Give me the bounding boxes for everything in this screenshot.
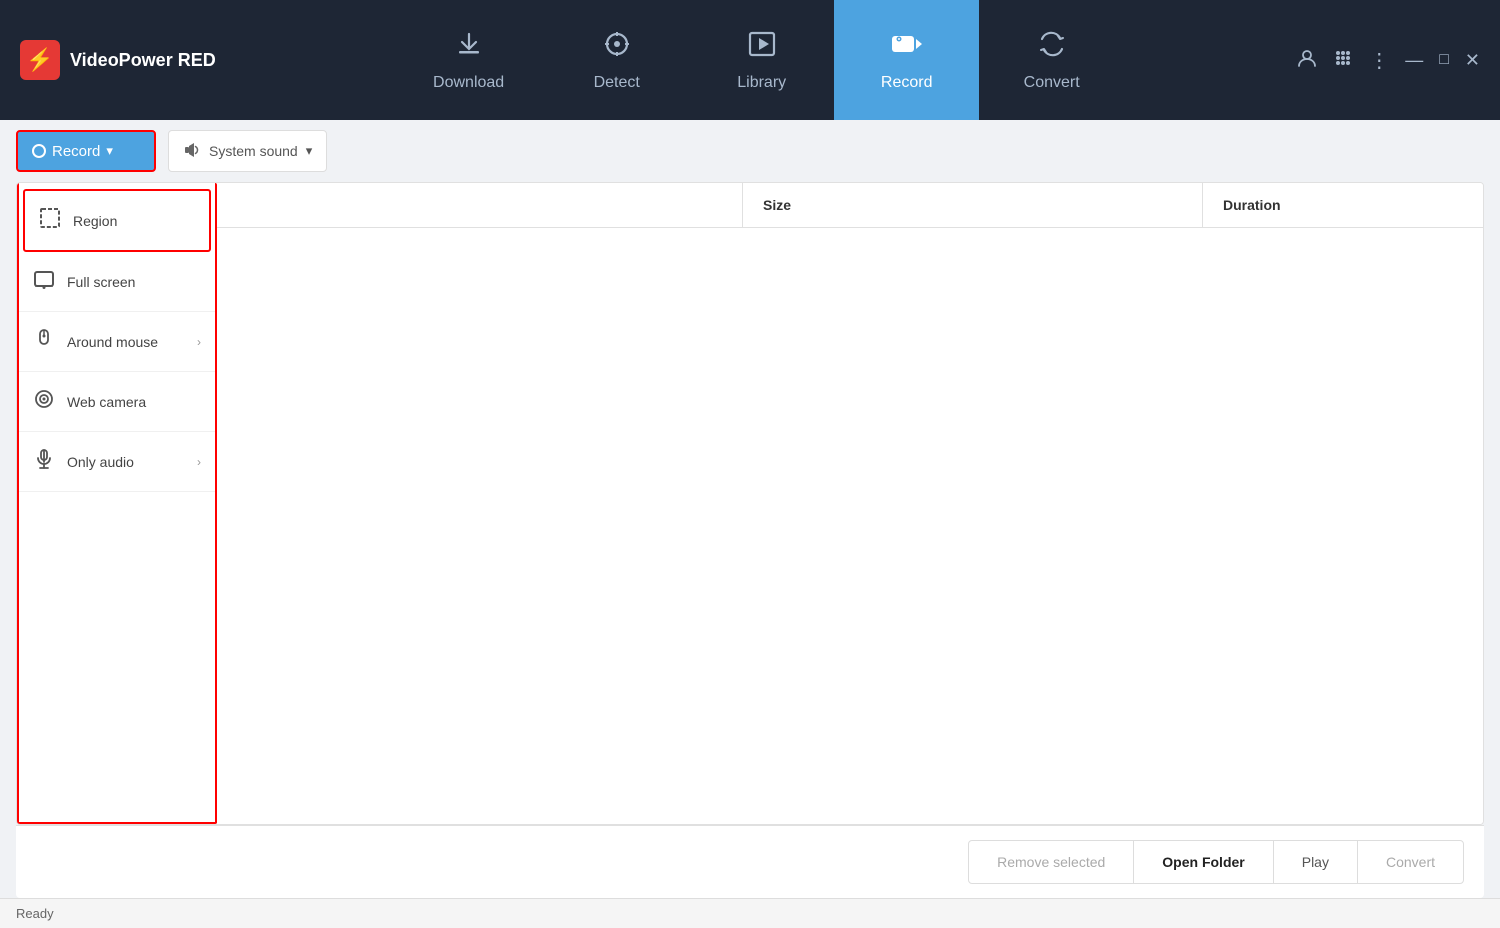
- sidebar-item-around-mouse-label: Around mouse: [67, 334, 158, 350]
- sidebar-item-region[interactable]: Region: [25, 191, 209, 250]
- webcam-icon: [33, 388, 55, 415]
- tab-library[interactable]: Library: [689, 0, 834, 120]
- sidebar-item-fullscreen-label: Full screen: [67, 274, 135, 290]
- sound-chevron-icon: ▾: [306, 143, 313, 159]
- convert-button[interactable]: Convert: [1357, 840, 1464, 884]
- col-name-header: [217, 183, 743, 227]
- sidebar-item-web-camera[interactable]: Web camera: [19, 372, 215, 432]
- download-icon: [454, 29, 484, 66]
- sidebar-item-fullscreen[interactable]: Full screen: [19, 252, 215, 312]
- content-panel: Region Full screen: [16, 182, 1484, 825]
- record-btn-label: Record: [52, 143, 100, 160]
- sound-icon: [183, 141, 201, 162]
- tab-detect-label: Detect: [594, 74, 640, 92]
- play-button[interactable]: Play: [1273, 840, 1358, 884]
- maximize-button[interactable]: □: [1439, 51, 1449, 69]
- file-list-header: Size Duration: [217, 183, 1483, 228]
- audio-icon: [33, 448, 55, 475]
- sidebar-item-web-camera-label: Web camera: [67, 394, 146, 410]
- sidebar-item-only-audio-label: Only audio: [67, 454, 134, 470]
- user-icon[interactable]: [1297, 48, 1317, 73]
- fullscreen-icon: [33, 268, 55, 295]
- convert-icon: [1037, 29, 1067, 66]
- only-audio-arrow-icon: ›: [197, 455, 201, 469]
- tab-record[interactable]: Record: [834, 0, 979, 120]
- library-icon: [747, 29, 777, 66]
- bottom-bar: Remove selected Open Folder Play Convert: [16, 825, 1484, 898]
- system-sound-label: System sound: [209, 143, 298, 159]
- sidebar-menu: Region Full screen: [17, 183, 217, 824]
- col-duration-header: Duration: [1203, 183, 1483, 227]
- tab-download[interactable]: Download: [393, 0, 544, 120]
- status-text: Ready: [16, 906, 54, 921]
- mouse-icon: [33, 328, 55, 355]
- file-list: Size Duration: [217, 183, 1483, 824]
- app-logo-icon: ⚡: [20, 40, 60, 80]
- tab-convert-label: Convert: [1024, 74, 1080, 92]
- system-sound-button[interactable]: System sound ▾: [168, 130, 327, 172]
- tab-convert[interactable]: Convert: [979, 0, 1124, 120]
- remove-selected-button[interactable]: Remove selected: [968, 840, 1134, 884]
- record-chevron-icon: ▾: [106, 143, 113, 159]
- record-dot-icon: [32, 144, 46, 158]
- sidebar-item-only-audio[interactable]: Only audio ›: [19, 432, 215, 492]
- col-size-header: Size: [743, 183, 1203, 227]
- close-button[interactable]: ✕: [1465, 50, 1480, 71]
- region-icon: [39, 207, 61, 234]
- menu-dots-icon[interactable]: ⋮: [1369, 48, 1389, 73]
- record-icon: [890, 29, 924, 66]
- titlebar: ⚡ VideoPower RED Download: [0, 0, 1500, 120]
- sidebar-item-around-mouse[interactable]: Around mouse ›: [19, 312, 215, 372]
- status-bar: Ready: [0, 898, 1500, 928]
- sidebar-item-region-label: Region: [73, 213, 117, 229]
- detect-icon: [602, 29, 632, 66]
- tab-detect[interactable]: Detect: [544, 0, 689, 120]
- open-folder-button[interactable]: Open Folder: [1133, 840, 1273, 884]
- tab-library-label: Library: [737, 74, 786, 92]
- app-name: VideoPower RED: [70, 50, 216, 71]
- lightning-icon: ⚡: [26, 47, 53, 73]
- tab-record-label: Record: [881, 74, 933, 92]
- record-dropdown-button[interactable]: Record ▾: [16, 130, 156, 172]
- tab-download-label: Download: [433, 74, 504, 92]
- file-list-body: [217, 228, 1483, 824]
- titlebar-controls: ⋮ — □ ✕: [1297, 48, 1480, 73]
- around-mouse-arrow-icon: ›: [197, 335, 201, 349]
- nav-tabs: Download Detect: [220, 0, 1297, 120]
- app-logo: ⚡ VideoPower RED: [20, 40, 220, 80]
- grid-icon[interactable]: [1333, 48, 1353, 73]
- minimize-button[interactable]: —: [1405, 50, 1423, 71]
- main-area: Record ▾ System sound ▾: [0, 120, 1500, 898]
- toolbar: Record ▾ System sound ▾: [0, 120, 1500, 182]
